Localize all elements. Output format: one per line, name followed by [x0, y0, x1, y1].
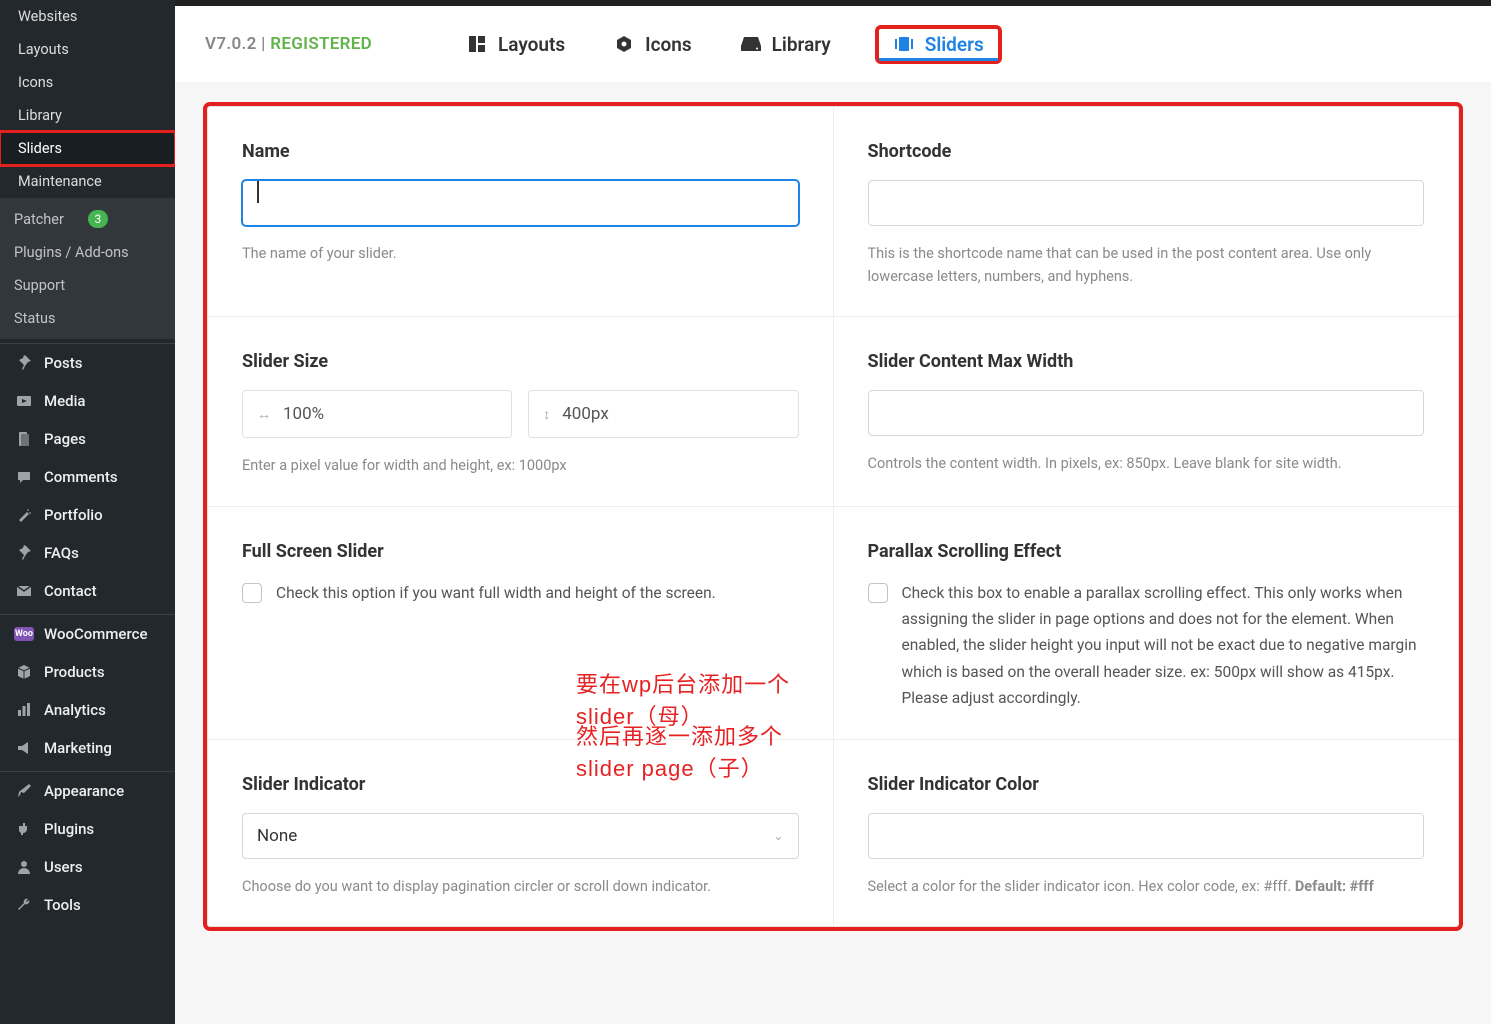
sidebar-item-tools[interactable]: Tools: [0, 886, 175, 924]
label-slider-size: Slider Size: [242, 351, 799, 372]
layouts-icon: [466, 33, 488, 55]
field-shortcode: Shortcode This is the shortcode name tha…: [834, 107, 1459, 316]
field-parallax: Parallax Scrolling Effect Check this box…: [834, 507, 1459, 740]
sidebar-item-contact[interactable]: Contact: [0, 572, 175, 610]
woo-icon: Woo: [14, 627, 34, 641]
label-shortcode: Shortcode: [868, 141, 1425, 162]
field-indicator-color: Slider Indicator Color Select a color fo…: [834, 740, 1459, 926]
field-name: Name The name of your slider.: [208, 107, 834, 316]
sidebar-sub-library[interactable]: Library: [0, 99, 175, 132]
sidebar-item-comments[interactable]: Comments: [0, 458, 175, 496]
sidebar-item-marketing[interactable]: Marketing: [0, 729, 175, 767]
sidebar-item-faqs[interactable]: FAQs: [0, 534, 175, 572]
sidebar-sub-status[interactable]: Status: [0, 302, 175, 335]
desc-indicator: Choose do you want to display pagination…: [242, 875, 799, 898]
label-fullscreen: Full Screen Slider: [242, 541, 799, 562]
input-width[interactable]: ↔100%: [242, 390, 512, 438]
sidebar-sub-plugins-addons[interactable]: Plugins / Add-ons: [0, 236, 175, 269]
label-indicator: Slider Indicator: [242, 774, 799, 795]
page-icon: [14, 431, 34, 447]
field-max-width: Slider Content Max Width Controls the co…: [834, 317, 1459, 505]
mail-icon: [14, 583, 34, 599]
sidebar-subgroup-tools: Patcher 3 Plugins / Add-ons Support Stat…: [0, 198, 175, 339]
sidebar-sub-websites[interactable]: Websites: [0, 0, 175, 33]
sidebar-sub-icons[interactable]: Icons: [0, 66, 175, 99]
sidebar-item-woocommerce[interactable]: WooWooCommerce: [0, 614, 175, 653]
sidebar-item-pages[interactable]: Pages: [0, 420, 175, 458]
sidebar-item-users[interactable]: Users: [0, 848, 175, 886]
desc-shortcode: This is the shortcode name that can be u…: [868, 242, 1425, 288]
version-label: V7.0.2 | REGISTERED: [205, 34, 372, 54]
brush-icon: [14, 783, 34, 799]
pin-icon: [14, 545, 34, 561]
cube-icon: [14, 664, 34, 680]
field-slider-size: Slider Size ↔100% ↕400px Enter a pixel v…: [208, 317, 834, 505]
chevron-down-icon: ⌄: [773, 829, 783, 843]
field-indicator: Slider Indicator None ⌄ Choose do you wa…: [208, 740, 834, 926]
tab-icons[interactable]: Icons: [613, 23, 692, 66]
tab-layouts[interactable]: Layouts: [466, 23, 565, 66]
sidebar-item-products[interactable]: Products: [0, 653, 175, 691]
megaphone-icon: [14, 740, 34, 756]
label-name: Name: [242, 141, 799, 162]
wand-icon: [14, 507, 34, 523]
field-fullscreen: Full Screen Slider Check this option if …: [208, 507, 834, 740]
drive-icon: [740, 33, 762, 55]
wrench-icon: [14, 897, 34, 913]
plug-icon: [14, 821, 34, 837]
desc-slider-size: Enter a pixel value for width and height…: [242, 454, 799, 477]
label-max-width: Slider Content Max Width: [868, 351, 1425, 372]
input-max-width[interactable]: [868, 390, 1425, 436]
arrows-h-icon: ↔: [257, 406, 271, 423]
main-content: V7.0.2 | REGISTERED Layouts Icons Librar…: [175, 0, 1491, 1024]
slider-form-panel: Name The name of your slider. Shortcode …: [207, 106, 1459, 927]
media-icon: [14, 393, 34, 409]
sidebar-item-media[interactable]: Media: [0, 382, 175, 420]
annotation-line-1: 要在wp后台添加一个slider（母）: [576, 667, 833, 731]
pin-icon: [14, 355, 34, 371]
desc-max-width: Controls the content width. In pixels, e…: [868, 452, 1425, 475]
sliders-icon: [893, 33, 915, 55]
tab-library[interactable]: Library: [740, 23, 831, 66]
wp-admin-sidebar: Websites Layouts Icons Library Sliders M…: [0, 0, 175, 1024]
tab-sliders[interactable]: Sliders: [879, 29, 998, 60]
sidebar-sub-patcher[interactable]: Patcher 3: [0, 202, 175, 236]
desc-indicator-color: Select a color for the slider indicator …: [868, 875, 1425, 898]
checkbox-fullscreen[interactable]: [242, 583, 262, 603]
sidebar-sub-layouts[interactable]: Layouts: [0, 33, 175, 66]
sidebar-item-portfolio[interactable]: Portfolio: [0, 496, 175, 534]
sidebar-sub-support[interactable]: Support: [0, 269, 175, 302]
input-name[interactable]: [242, 180, 799, 226]
sidebar-item-posts[interactable]: Posts: [0, 343, 175, 382]
user-icon: [14, 859, 34, 875]
input-shortcode[interactable]: [868, 180, 1425, 226]
checkbox-parallax-label: Check this box to enable a parallax scro…: [902, 580, 1425, 712]
select-indicator[interactable]: None ⌄: [242, 813, 799, 859]
desc-name: The name of your slider.: [242, 242, 799, 265]
sidebar-item-plugins[interactable]: Plugins: [0, 810, 175, 848]
hexagon-icon: [613, 33, 635, 55]
sidebar-sub-sliders[interactable]: Sliders: [0, 132, 175, 165]
bars-icon: [14, 702, 34, 718]
input-height[interactable]: ↕400px: [528, 390, 798, 438]
top-tabs: Layouts Icons Library Sliders: [466, 23, 998, 66]
avada-topbar: V7.0.2 | REGISTERED Layouts Icons Librar…: [175, 0, 1491, 82]
comment-icon: [14, 469, 34, 485]
arrows-v-icon: ↕: [543, 406, 550, 423]
checkbox-parallax[interactable]: [868, 583, 888, 603]
input-indicator-color[interactable]: [868, 813, 1425, 859]
label-parallax: Parallax Scrolling Effect: [868, 541, 1425, 562]
patcher-badge: 3: [88, 210, 109, 228]
sidebar-item-appearance[interactable]: Appearance: [0, 771, 175, 810]
sidebar-item-analytics[interactable]: Analytics: [0, 691, 175, 729]
label-indicator-color: Slider Indicator Color: [868, 774, 1425, 795]
sidebar-sub-maintenance[interactable]: Maintenance: [0, 165, 175, 198]
checkbox-fullscreen-label: Check this option if you want full width…: [276, 580, 716, 606]
